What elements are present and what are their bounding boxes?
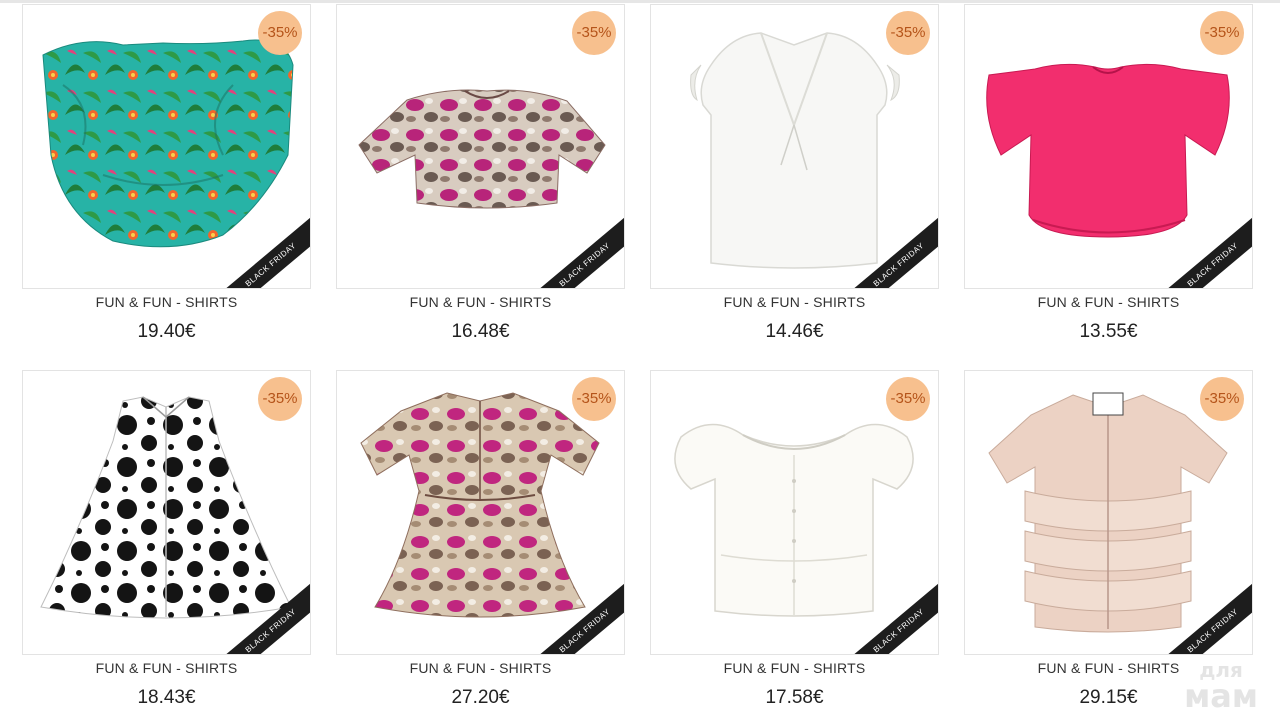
discount-badge: -35% xyxy=(258,11,302,55)
ribbon-label: BLACK FRIDAY xyxy=(214,580,310,654)
black-friday-ribbon: BLACK FRIDAY xyxy=(1152,208,1252,288)
product-card[interactable]: -35% BLACK FRIDAY FUN & FUN - SHIRTS 18.… xyxy=(22,370,311,726)
black-friday-ribbon: BLACK FRIDAY xyxy=(1152,574,1252,654)
black-friday-ribbon: BLACK FRIDAY xyxy=(210,208,310,288)
discount-badge: -35% xyxy=(258,377,302,421)
product-name[interactable]: FUN & FUN - SHIRTS xyxy=(964,294,1253,310)
product-image-frame[interactable]: -35% BLACK FRIDAY xyxy=(22,4,311,289)
ribbon-label: BLACK FRIDAY xyxy=(1156,214,1252,288)
watermark: для мам xyxy=(1184,660,1258,712)
black-friday-ribbon: BLACK FRIDAY xyxy=(210,574,310,654)
product-name[interactable]: FUN & FUN - SHIRTS xyxy=(336,660,625,676)
ribbon-label: BLACK FRIDAY xyxy=(528,580,624,654)
watermark-line2: мам xyxy=(1184,677,1258,715)
product-price: 13.55€ xyxy=(1079,321,1138,342)
black-friday-ribbon: BLACK FRIDAY xyxy=(524,208,624,288)
product-card[interactable]: -35% BLACK FRIDAY FUN & FUN - SHIRTS 17.… xyxy=(650,370,939,726)
product-grid: -35% BLACK FRIDAY FUN & FUN - SHIRTS 19.… xyxy=(22,4,1254,726)
product-card[interactable]: -35% BLACK FRIDAY FUN & FUN - SHIRTS 16.… xyxy=(336,4,625,364)
product-image-frame[interactable]: -35% BLACK FRIDAY xyxy=(650,370,939,655)
product-image-frame[interactable]: -35% BLACK FRIDAY xyxy=(336,370,625,655)
product-price: 16.48€ xyxy=(451,321,510,342)
black-friday-ribbon: BLACK FRIDAY xyxy=(524,574,624,654)
product-image-frame[interactable]: -35% BLACK FRIDAY xyxy=(964,370,1253,655)
product-card[interactable]: -35% BLACK FRIDAY FUN & FUN - SHIRTS 14.… xyxy=(650,4,939,364)
discount-badge: -35% xyxy=(572,11,616,55)
ribbon-label: BLACK FRIDAY xyxy=(528,214,624,288)
ribbon-label: BLACK FRIDAY xyxy=(842,214,938,288)
product-price: 27.20€ xyxy=(451,687,510,708)
ribbon-label: BLACK FRIDAY xyxy=(842,580,938,654)
discount-badge: -35% xyxy=(886,11,930,55)
product-price: 19.40€ xyxy=(137,321,196,342)
product-image-frame[interactable]: -35% BLACK FRIDAY xyxy=(22,370,311,655)
product-price: 17.58€ xyxy=(765,687,824,708)
product-card[interactable]: -35% BLACK FRIDAY FUN & FUN - SHIRTS 27.… xyxy=(336,370,625,726)
discount-badge: -35% xyxy=(1200,11,1244,55)
black-friday-ribbon: BLACK FRIDAY xyxy=(838,574,938,654)
product-card[interactable]: -35% BLACK FRIDAY FUN & FUN - SHIRTS 13.… xyxy=(964,4,1253,364)
product-price: 14.46€ xyxy=(765,321,824,342)
ribbon-label: BLACK FRIDAY xyxy=(214,214,310,288)
product-name[interactable]: FUN & FUN - SHIRTS xyxy=(22,294,311,310)
discount-badge: -35% xyxy=(886,377,930,421)
product-name[interactable]: FUN & FUN - SHIRTS xyxy=(336,294,625,310)
product-image-frame[interactable]: -35% BLACK FRIDAY xyxy=(650,4,939,289)
product-name[interactable]: FUN & FUN - SHIRTS xyxy=(650,294,939,310)
discount-badge: -35% xyxy=(572,377,616,421)
product-image-frame[interactable]: -35% BLACK FRIDAY xyxy=(336,4,625,289)
product-image-frame[interactable]: -35% BLACK FRIDAY xyxy=(964,4,1253,289)
product-name[interactable]: FUN & FUN - SHIRTS xyxy=(650,660,939,676)
product-card[interactable]: -35% BLACK FRIDAY FUN & FUN - SHIRTS 19.… xyxy=(22,4,311,364)
product-name[interactable]: FUN & FUN - SHIRTS xyxy=(22,660,311,676)
discount-badge: -35% xyxy=(1200,377,1244,421)
top-divider xyxy=(0,0,1280,3)
black-friday-ribbon: BLACK FRIDAY xyxy=(838,208,938,288)
product-price: 18.43€ xyxy=(137,687,196,708)
ribbon-label: BLACK FRIDAY xyxy=(1156,580,1252,654)
